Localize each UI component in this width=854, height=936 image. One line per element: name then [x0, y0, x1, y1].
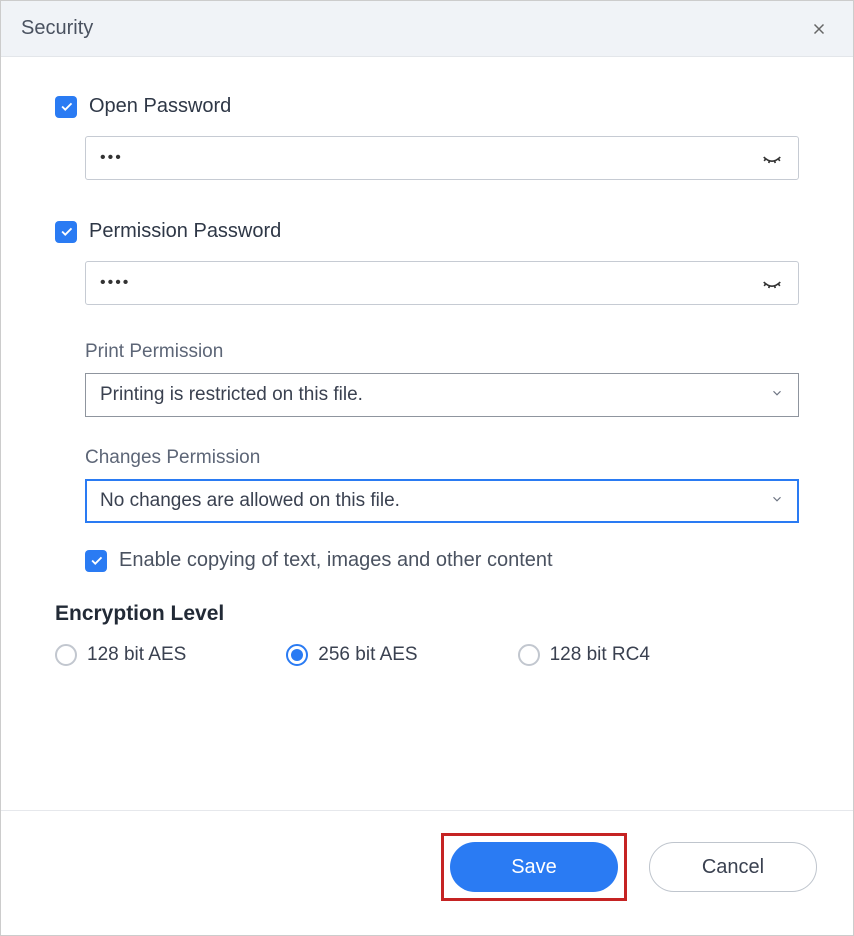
encryption-level-section: Encryption Level 128 bit AES 256 bit AES…: [55, 602, 799, 666]
cancel-button[interactable]: Cancel: [649, 842, 817, 892]
open-password-checkbox-row: Open Password: [55, 95, 799, 118]
save-button-highlight: Save: [441, 833, 627, 901]
check-icon: [59, 224, 74, 239]
chevron-down-icon: [770, 490, 784, 512]
save-button-label: Save: [511, 856, 557, 879]
permission-password-input[interactable]: ••••: [85, 261, 799, 305]
enable-copying-row: Enable copying of text, images and other…: [85, 549, 799, 572]
close-icon: [810, 20, 828, 38]
open-password-label: Open Password: [89, 95, 231, 118]
encryption-level-options: 128 bit AES 256 bit AES 128 bit RC4: [55, 644, 799, 666]
radio-icon: [518, 644, 540, 666]
permission-password-label: Permission Password: [89, 220, 281, 243]
permission-password-section: Permission Password •••• Print Permissio…: [55, 220, 799, 572]
print-permission-value: Printing is restricted on this file.: [100, 384, 363, 406]
encryption-option-label: 128 bit AES: [87, 644, 186, 666]
chevron-down-icon: [770, 384, 784, 406]
permission-password-visibility-toggle[interactable]: [760, 271, 784, 295]
enable-copying-label: Enable copying of text, images and other…: [119, 549, 553, 572]
save-button[interactable]: Save: [450, 842, 618, 892]
open-password-section: Open Password •••: [55, 95, 799, 180]
open-password-visibility-toggle[interactable]: [760, 146, 784, 170]
print-permission-select[interactable]: Printing is restricted on this file.: [85, 373, 799, 417]
permission-password-value: ••••: [100, 274, 130, 292]
open-password-value: •••: [100, 149, 123, 167]
open-password-input[interactable]: •••: [85, 136, 799, 180]
dialog-footer: Save Cancel: [1, 810, 853, 935]
permission-password-checkbox[interactable]: [55, 221, 77, 243]
open-password-checkbox[interactable]: [55, 96, 77, 118]
close-button[interactable]: [805, 15, 833, 43]
permission-password-checkbox-row: Permission Password: [55, 220, 799, 243]
changes-permission-label: Changes Permission: [85, 447, 799, 469]
eye-closed-icon: [761, 147, 783, 169]
encryption-option-128-rc4[interactable]: 128 bit RC4: [518, 644, 650, 666]
print-permission-label: Print Permission: [85, 341, 799, 363]
check-icon: [89, 553, 104, 568]
eye-closed-icon: [761, 272, 783, 294]
encryption-option-label: 256 bit AES: [318, 644, 417, 666]
dialog-title: Security: [21, 17, 93, 40]
encryption-option-128-aes[interactable]: 128 bit AES: [55, 644, 186, 666]
encryption-option-label: 128 bit RC4: [550, 644, 650, 666]
encryption-option-256-aes[interactable]: 256 bit AES: [286, 644, 417, 666]
changes-permission-value: No changes are allowed on this file.: [100, 490, 400, 512]
dialog-titlebar: Security: [1, 1, 853, 57]
radio-selected-icon: [286, 644, 308, 666]
encryption-level-title: Encryption Level: [55, 602, 799, 626]
enable-copying-checkbox[interactable]: [85, 550, 107, 572]
dialog-body: Open Password ••• Permission Password ••…: [1, 57, 853, 810]
cancel-button-label: Cancel: [702, 856, 764, 879]
check-icon: [59, 99, 74, 114]
radio-icon: [55, 644, 77, 666]
changes-permission-select[interactable]: No changes are allowed on this file.: [85, 479, 799, 523]
